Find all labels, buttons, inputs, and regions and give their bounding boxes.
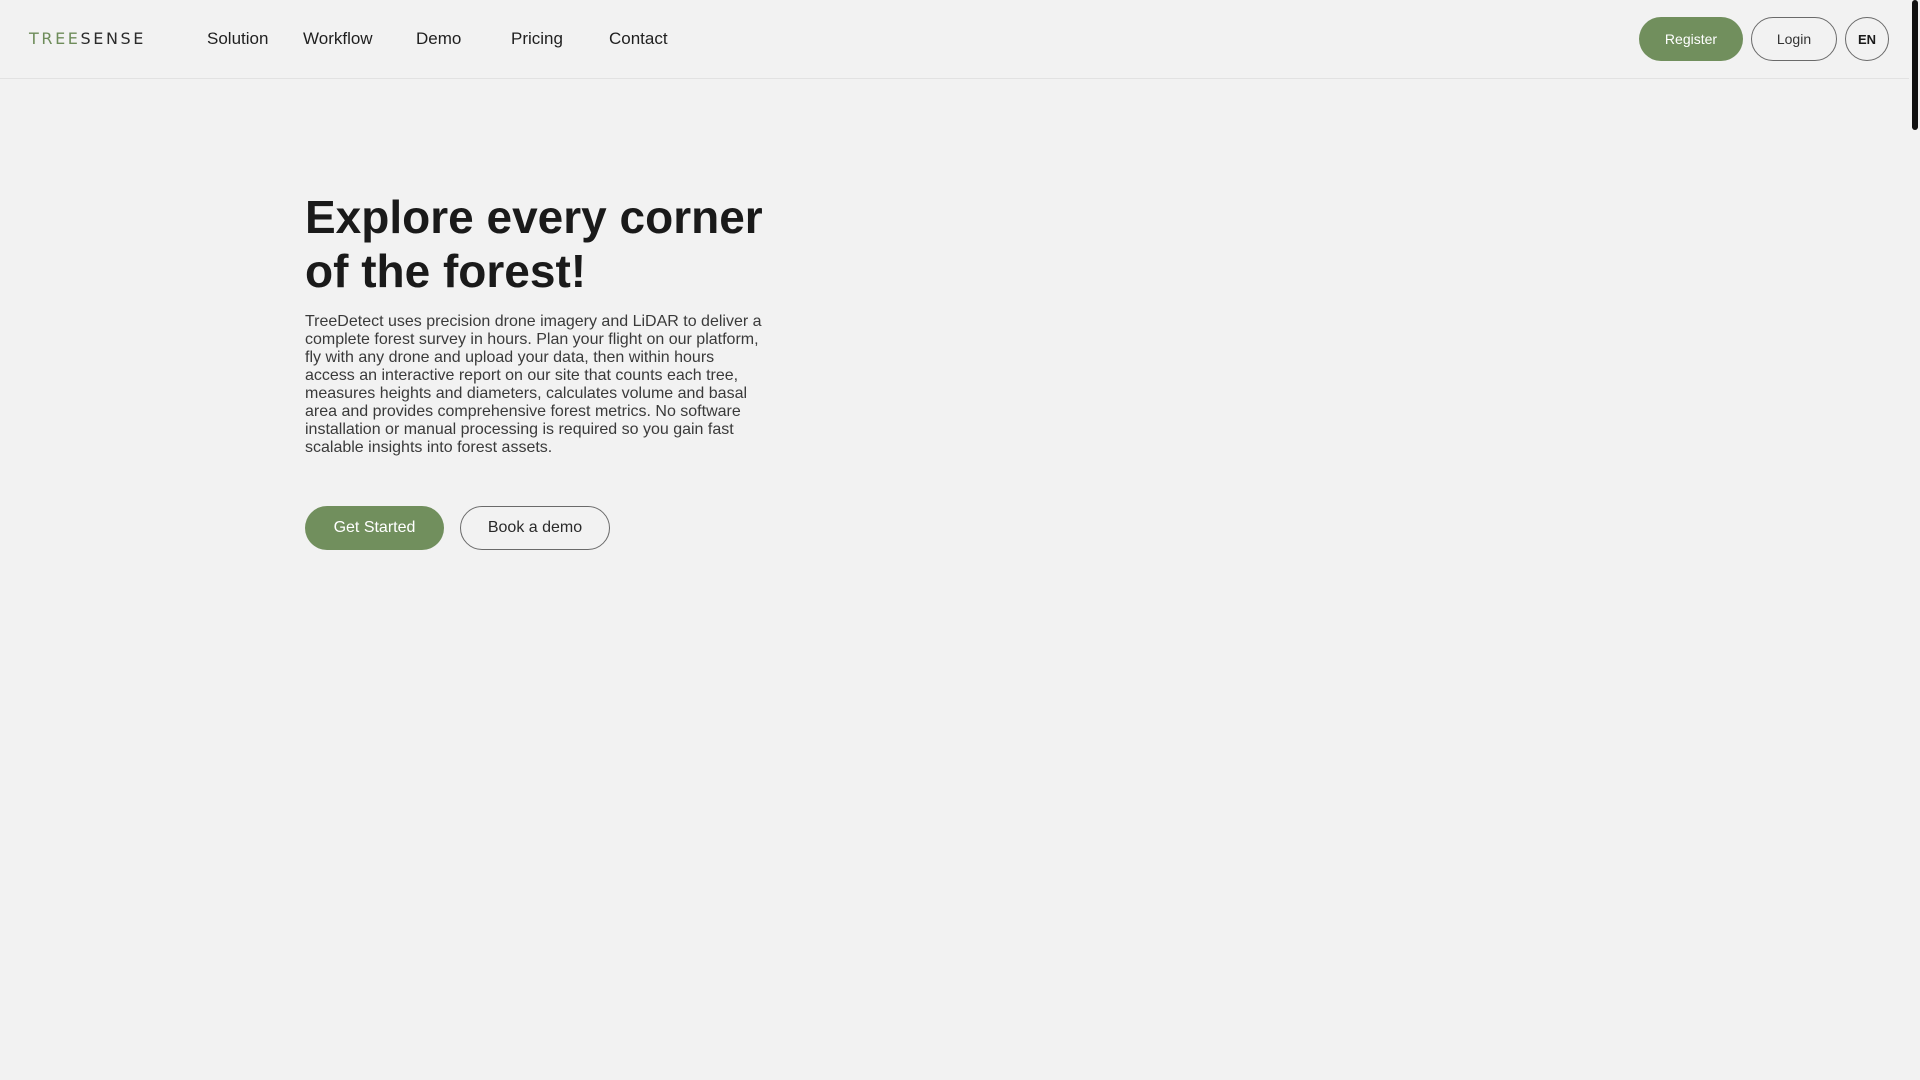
- language-selector[interactable]: EN: [1845, 17, 1889, 61]
- hero-title-line2: of the forest!: [305, 245, 587, 297]
- hero-title: Explore every corner of the forest!: [305, 190, 785, 298]
- logo-part-sense: SENSE: [80, 29, 147, 48]
- nav-item-workflow[interactable]: Workflow: [303, 28, 373, 50]
- hero-description: TreeDetect uses precision drone imagery …: [305, 313, 762, 456]
- book-demo-button[interactable]: Book a demo: [460, 506, 610, 550]
- brand-logo[interactable]: TREESENSE: [29, 28, 146, 50]
- scrollbar-track[interactable]: [1909, 0, 1920, 1080]
- nav-item-solution[interactable]: Solution: [207, 28, 268, 50]
- scrollbar-thumb[interactable]: [1912, 0, 1918, 130]
- nav-item-pricing[interactable]: Pricing: [511, 28, 563, 50]
- login-button[interactable]: Login: [1751, 17, 1837, 61]
- hero-title-line1: Explore every corner: [305, 191, 763, 243]
- nav-item-demo[interactable]: Demo: [416, 28, 461, 50]
- top-navbar: TREESENSE Solution Workflow Demo Pricing…: [0, 0, 1909, 79]
- get-started-button[interactable]: Get Started: [305, 506, 444, 550]
- logo-part-tree: TREE: [29, 29, 81, 48]
- nav-item-contact[interactable]: Contact: [609, 28, 668, 50]
- register-button[interactable]: Register: [1639, 17, 1743, 61]
